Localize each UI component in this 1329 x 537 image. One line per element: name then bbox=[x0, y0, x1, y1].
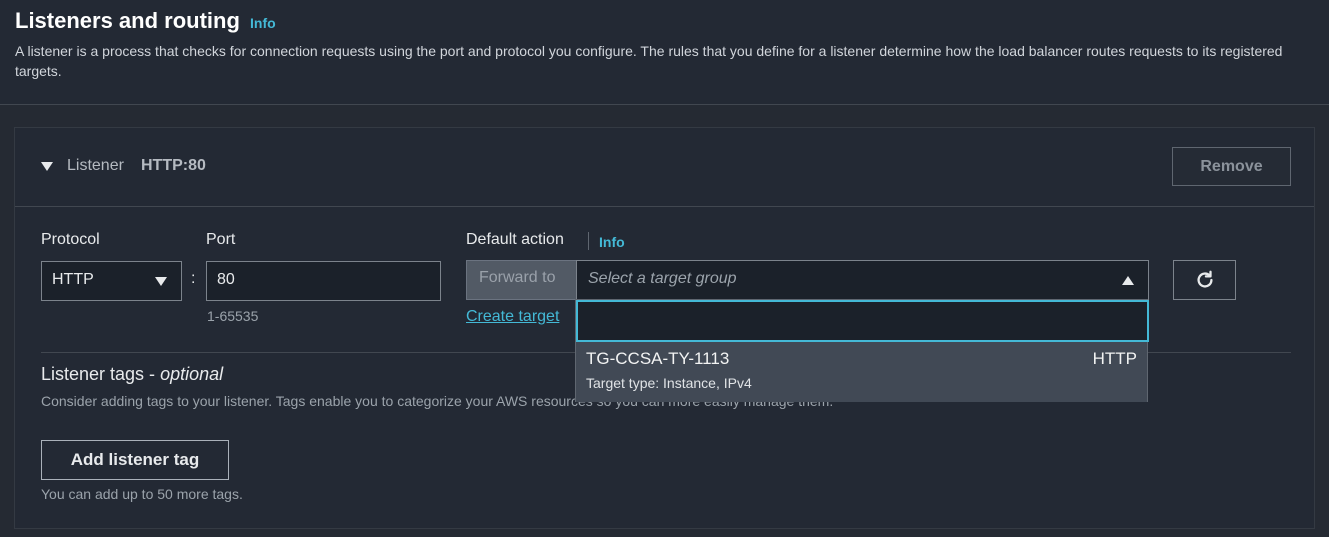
caret-down-icon[interactable] bbox=[41, 162, 53, 171]
port-label: Port bbox=[206, 231, 236, 248]
divider bbox=[588, 232, 589, 250]
info-link[interactable]: Info bbox=[250, 15, 276, 31]
option-protocol: HTTP bbox=[1092, 349, 1137, 368]
section-description: A listener is a process that checks for … bbox=[15, 43, 1283, 79]
tags-title: Listener tags - optional bbox=[41, 364, 223, 385]
refresh-button[interactable] bbox=[1173, 260, 1236, 300]
section-header: Listeners and routing Info A listener is… bbox=[0, 0, 1329, 105]
option-subtitle: Target type: Instance, IPv4 bbox=[586, 375, 752, 391]
listener-label: Listener bbox=[67, 157, 124, 174]
target-group-dropdown: TG-CCSA-TY-1113 HTTP Target type: Instan… bbox=[575, 299, 1149, 402]
protocol-label: Protocol bbox=[41, 231, 100, 248]
create-target-link[interactable]: Create target bbox=[466, 308, 559, 326]
tags-hint: You can add up to 50 more tags. bbox=[41, 486, 243, 502]
add-listener-tag-button[interactable]: Add listener tag bbox=[41, 440, 229, 480]
caret-down-icon bbox=[155, 277, 167, 286]
caret-up-icon bbox=[1122, 276, 1134, 285]
target-group-option[interactable]: TG-CCSA-TY-1113 HTTP Target type: Instan… bbox=[576, 342, 1147, 402]
refresh-icon bbox=[1196, 270, 1213, 288]
port-hint: 1-65535 bbox=[207, 308, 259, 324]
remove-button[interactable]: Remove bbox=[1172, 147, 1291, 186]
option-name: TG-CCSA-TY-1113 bbox=[586, 349, 730, 368]
default-action-info-link[interactable]: Info bbox=[599, 234, 625, 250]
listener-card-header[interactable]: Listener HTTP:80 Remove bbox=[15, 128, 1314, 207]
protocol-select[interactable]: HTTP bbox=[41, 261, 182, 301]
listener-value: HTTP:80 bbox=[141, 157, 206, 174]
port-input[interactable]: 80 bbox=[206, 261, 441, 301]
tags-title-text: Listener tags - bbox=[41, 364, 161, 384]
target-group-search-input[interactable] bbox=[576, 300, 1149, 342]
protocol-value: HTTP bbox=[52, 271, 94, 288]
page-title: Listeners and routing bbox=[15, 8, 240, 33]
target-group-select[interactable]: Select a target group bbox=[576, 260, 1149, 300]
tags-title-optional: optional bbox=[160, 364, 224, 384]
separator-colon: : bbox=[191, 270, 196, 287]
target-group-placeholder: Select a target group bbox=[588, 270, 737, 287]
default-action-label: Default action bbox=[466, 231, 564, 248]
forward-to-box: Forward to bbox=[466, 260, 577, 300]
